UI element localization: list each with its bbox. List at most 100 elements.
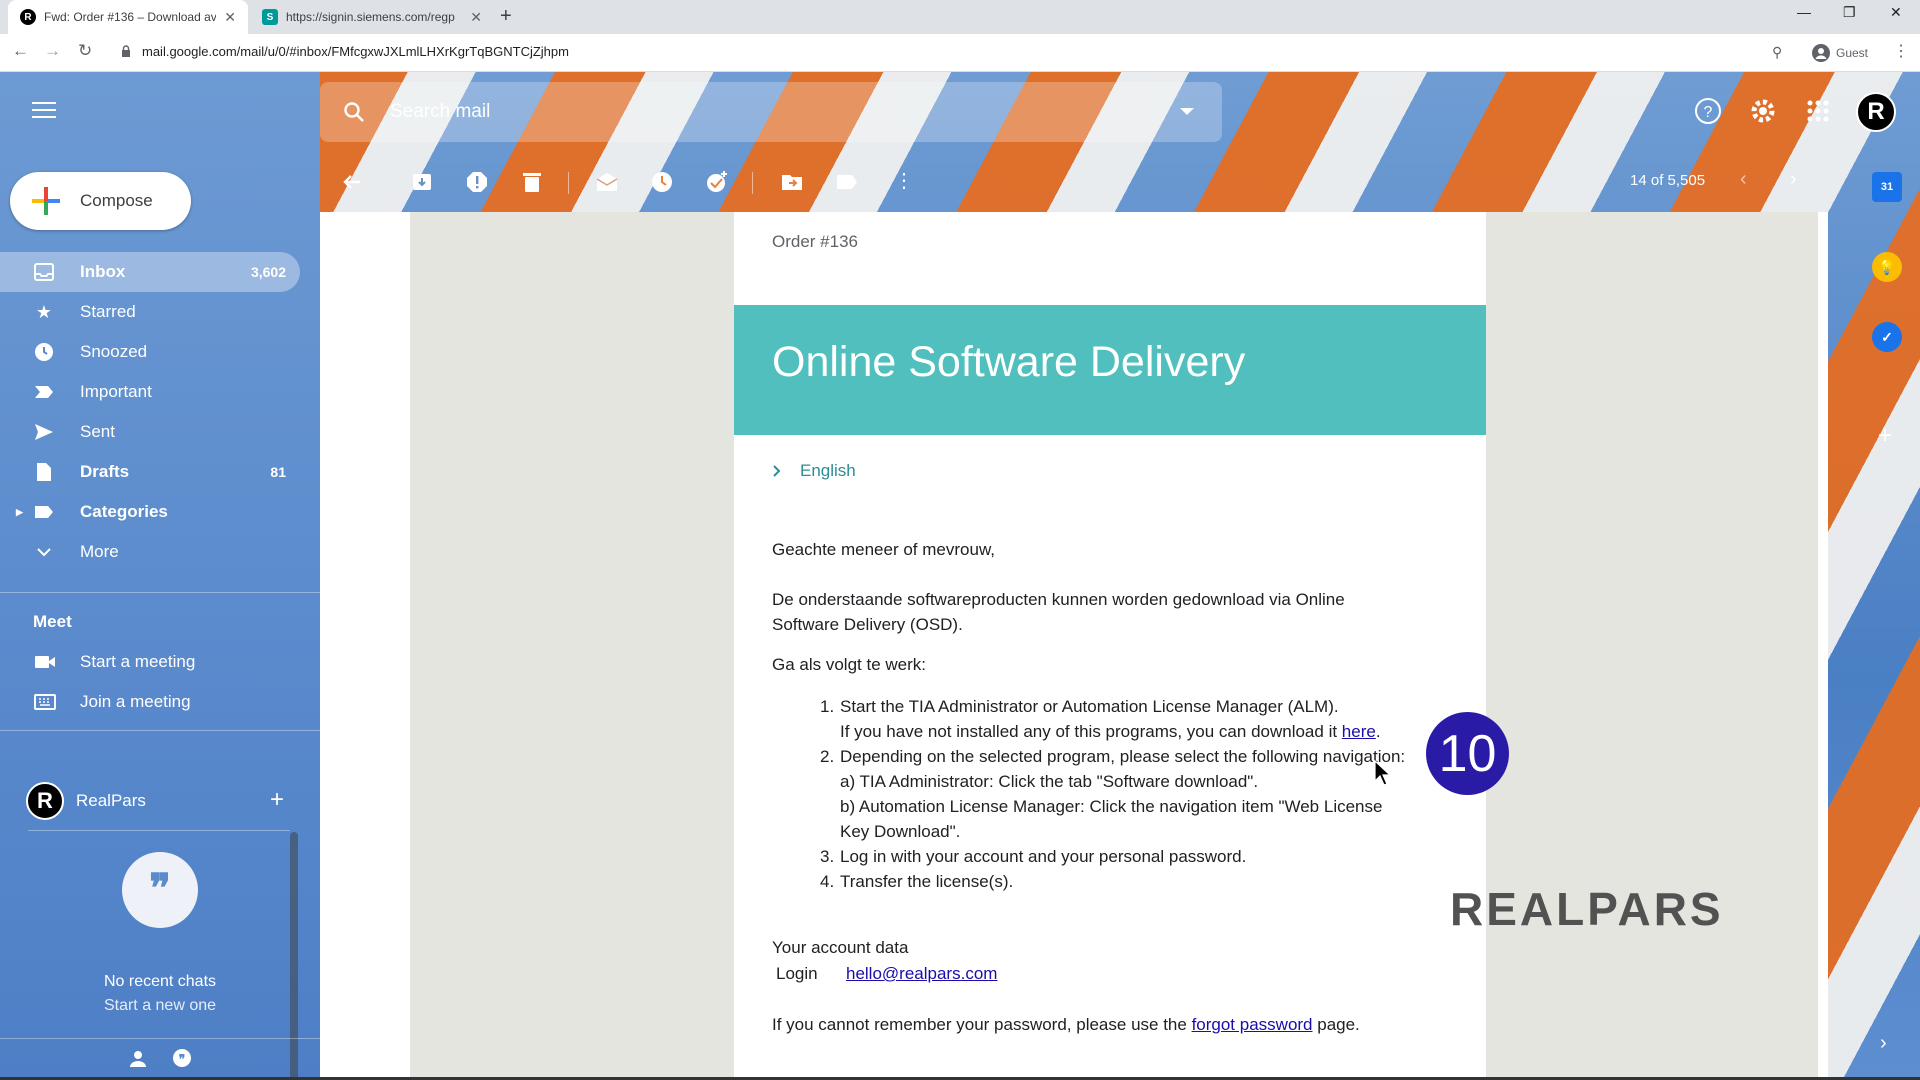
new-tab-plus-icon[interactable]: + — [500, 5, 512, 28]
language-toggle[interactable]: English — [772, 461, 856, 481]
step-number: 3. — [820, 847, 835, 866]
forgot-password-link[interactable]: forgot password — [1192, 1015, 1313, 1034]
toolbar-separator — [752, 172, 753, 194]
important-icon — [34, 382, 54, 402]
sidebar-divider — [0, 592, 320, 593]
svg-text:?: ? — [1704, 104, 1713, 121]
close-window-icon[interactable]: ✕ — [1890, 4, 1902, 21]
step-text: Log in with your account and your person… — [840, 847, 1247, 866]
restore-icon[interactable]: ❐ — [1843, 4, 1856, 21]
sidebar-item-starred[interactable]: ★ Starred — [0, 292, 300, 332]
sidebar-item-sent[interactable]: Sent — [0, 412, 300, 452]
step-number: 4. — [820, 872, 835, 891]
hangouts-user[interactable]: R RealPars — [26, 782, 146, 820]
sidebar-item-categories[interactable]: ▶ Categories — [0, 492, 300, 532]
send-icon — [34, 422, 54, 442]
forgot-text: page. — [1312, 1015, 1360, 1034]
join-meeting-button[interactable]: Join a meeting — [34, 692, 191, 712]
sidebar-item-label: Important — [80, 382, 152, 401]
step-text: Key Download". — [840, 822, 961, 841]
zoom-icon[interactable]: ⚲ — [1772, 44, 1782, 61]
sidebar-item-more[interactable]: More — [0, 532, 300, 572]
compose-button[interactable]: Compose — [10, 172, 191, 230]
download-here-link[interactable]: here — [1342, 722, 1376, 741]
no-chats-subtitle[interactable]: Start a new one — [40, 994, 280, 1018]
compose-plus-icon — [30, 185, 62, 217]
sidebar-item-label: More — [80, 542, 119, 561]
google-keep-icon[interactable]: 💡 — [1872, 252, 1902, 282]
hangouts-avatar: R — [26, 782, 64, 820]
google-calendar-icon[interactable]: 31 — [1872, 172, 1902, 202]
step-item: 3. Log in with your account and your per… — [772, 844, 1472, 869]
report-spam-icon[interactable] — [465, 170, 489, 194]
settings-gear-icon[interactable] — [1748, 96, 1778, 126]
sidebar-nav: Inbox 3,602 ★ Starred Snoozed Important … — [0, 252, 300, 572]
older-chevron-right-icon[interactable]: › — [1790, 168, 1797, 191]
reload-icon[interactable]: ↻ — [78, 41, 92, 61]
mouse-cursor-icon — [1374, 760, 1392, 786]
no-chats-title: No recent chats — [103, 973, 217, 990]
get-addons-plus-icon[interactable]: + — [1878, 422, 1892, 450]
mark-unread-icon[interactable] — [595, 170, 619, 194]
help-icon[interactable]: ? — [1693, 96, 1723, 126]
sidebar-item-important[interactable]: Important — [0, 372, 300, 412]
svg-text:❞: ❞ — [149, 867, 171, 911]
language-label: English — [800, 461, 856, 480]
new-chat-plus-icon[interactable]: + — [270, 786, 284, 814]
step-text-part: . — [1375, 722, 1381, 741]
sidebar-item-label: Sent — [80, 422, 115, 441]
sidebar-item-inbox[interactable]: Inbox 3,602 — [0, 252, 300, 292]
tab-siemens-signin[interactable]: S https://signin.siemens.com/regp ✕ — [250, 0, 494, 34]
minimize-icon[interactable]: — — [1797, 4, 1811, 20]
sidebar-item-label: Inbox — [80, 262, 126, 281]
start-meeting-label: Start a meeting — [80, 652, 196, 671]
search-icon[interactable] — [342, 100, 366, 124]
back-arrow-icon[interactable]: ← — [12, 41, 29, 61]
banner-title: Online Software Delivery — [772, 338, 1246, 386]
person-icon[interactable] — [126, 1047, 150, 1071]
apps-grid-icon[interactable] — [1803, 96, 1833, 126]
more-options-icon[interactable]: ⋮ — [894, 168, 918, 192]
toolbar-separator — [568, 172, 569, 194]
url-field[interactable]: mail.google.com/mail/u/0/#inbox/FMfcgxwJ… — [142, 44, 569, 59]
pagination-count: 14 of 5,505 — [1630, 172, 1706, 189]
profile-button[interactable]: Guest — [1812, 44, 1868, 62]
label-tag-icon[interactable] — [835, 170, 859, 194]
delete-trash-icon[interactable] — [520, 170, 544, 194]
hangouts-quote-icon[interactable]: ❞ — [170, 1047, 194, 1071]
google-tasks-icon[interactable]: ✓ — [1872, 322, 1902, 352]
close-tab-icon[interactable]: ✕ — [470, 9, 482, 26]
compose-label: Compose — [80, 191, 153, 210]
snooze-clock-icon[interactable] — [650, 170, 674, 194]
start-meeting-button[interactable]: Start a meeting — [34, 652, 195, 672]
browser-menu-icon[interactable]: ⋮ — [1893, 41, 1909, 61]
tutorial-step-badge: 10 — [1426, 712, 1509, 795]
realpars-watermark: REALPARS — [1450, 883, 1724, 935]
login-email-link[interactable]: hello@realpars.com — [846, 964, 997, 984]
sidebar-item-label: Snoozed — [80, 342, 148, 361]
move-to-folder-icon[interactable] — [780, 170, 804, 194]
close-tab-icon[interactable]: ✕ — [224, 9, 236, 26]
expand-triangle-icon[interactable]: ▶ — [16, 507, 23, 518]
login-row: Login hello@realpars.com — [776, 964, 997, 984]
keyboard-icon — [34, 694, 56, 710]
add-to-tasks-icon[interactable] — [705, 170, 729, 194]
show-side-panel-chevron-icon[interactable]: › — [1880, 1032, 1887, 1055]
draft-icon — [34, 462, 54, 482]
archive-icon[interactable] — [410, 170, 434, 194]
step-item: 2. Depending on the selected program, pl… — [772, 744, 1472, 844]
sidebar-item-drafts[interactable]: Drafts 81 — [0, 452, 300, 492]
address-bar: ← → ↻ mail.google.com/mail/u/0/#inbox/FM… — [0, 34, 1920, 72]
newer-chevron-left-icon[interactable]: ‹ — [1740, 168, 1747, 191]
chevron-right-icon — [773, 465, 781, 477]
search-options-icon[interactable] — [1180, 108, 1194, 115]
forward-arrow-icon[interactable]: → — [44, 41, 61, 61]
main-menu-icon[interactable] — [32, 102, 56, 120]
no-chats-message: No recent chats Start a new one — [40, 970, 280, 1018]
search-input[interactable] — [390, 82, 1150, 142]
tab-order-email[interactable]: R Fwd: Order #136 – Download av ✕ — [8, 0, 248, 34]
account-avatar[interactable]: R — [1856, 92, 1896, 132]
back-to-inbox-arrow-icon[interactable] — [340, 170, 364, 194]
sidebar-item-snoozed[interactable]: Snoozed — [0, 332, 300, 372]
svg-text:❞: ❞ — [179, 1052, 185, 1066]
